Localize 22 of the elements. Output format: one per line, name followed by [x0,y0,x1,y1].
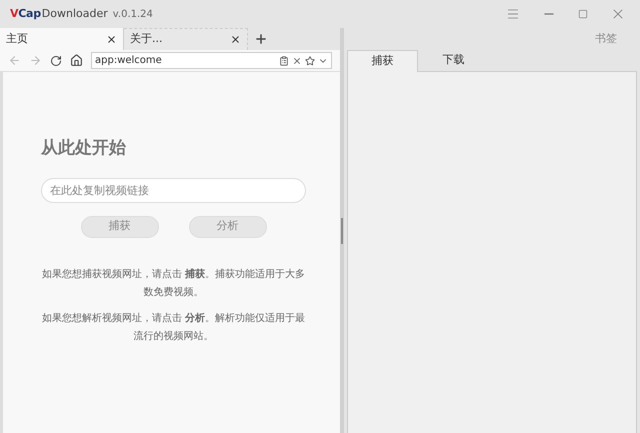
browser-tab[interactable]: 主页 [0,28,124,50]
new-tab-icon[interactable] [254,32,268,46]
version-label: v.0.1.24 [112,8,153,22]
star-icon[interactable] [305,56,315,66]
browser-tab[interactable]: 关于... [124,28,248,50]
clear-icon[interactable] [292,56,302,66]
panel-tab[interactable]: 捕获 [347,50,418,72]
close-tab-icon[interactable] [230,34,241,45]
splitter-handle[interactable] [341,218,343,244]
reload-icon[interactable] [50,54,62,66]
link-field[interactable]: 在此处复制视频链接 [41,178,306,202]
app-logo: VCap [10,6,41,22]
address-field[interactable]: app:welcome [91,52,332,69]
help-text: 如果您想捕获视频网址，请点击 捕获。捕获功能适用于大多数免费视频。 [41,267,306,300]
tab-label: 主页 [6,30,28,47]
welcome-heading: 从此处开始 [41,137,127,160]
app-name: Downloader [42,6,108,22]
home-icon[interactable] [70,54,83,67]
close-tab-icon[interactable] [106,34,117,44]
maximize-icon[interactable] [578,9,588,19]
tab-label: 关于... [130,31,162,48]
help-text: 如果您想解析视频网址，请点击 分析。解析功能仅适用于最流行的视频网站。 [41,312,306,344]
